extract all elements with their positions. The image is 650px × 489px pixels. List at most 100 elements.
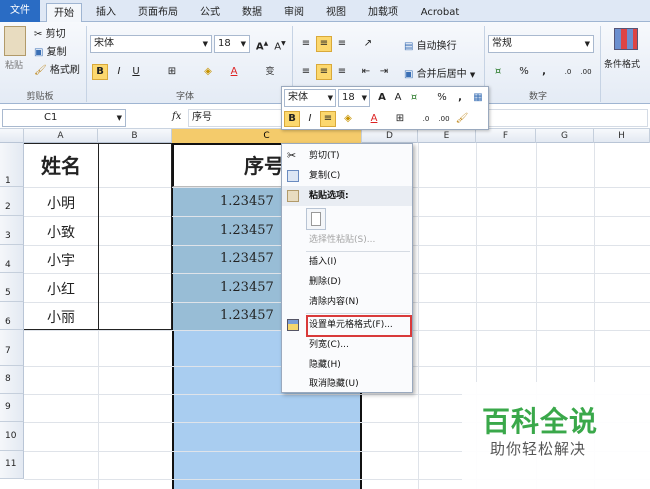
- format-painter-button[interactable]: 🖌 格式刷: [34, 61, 80, 76]
- tab-view[interactable]: 视图: [318, 3, 354, 22]
- border-icon[interactable]: ⊞: [164, 64, 180, 80]
- mini-center-button[interactable]: ≡: [320, 111, 336, 127]
- name-box[interactable]: C1 ▼: [2, 109, 126, 127]
- cut-button[interactable]: ✂ 剪切: [34, 25, 66, 40]
- row-header-4[interactable]: 4: [0, 245, 24, 273]
- mini-bold-button[interactable]: B: [284, 111, 300, 127]
- number-format-select[interactable]: 常规 ▼: [488, 35, 594, 53]
- menu-item-cut[interactable]: ✂ 剪切(T): [282, 146, 412, 166]
- row-header-2[interactable]: 2: [0, 187, 24, 216]
- row-header-3[interactable]: 3: [0, 216, 24, 245]
- row-header-11[interactable]: 11: [0, 451, 24, 479]
- column-header-h[interactable]: H: [594, 129, 650, 143]
- column-header-e[interactable]: E: [418, 129, 476, 143]
- grow-font-icon[interactable]: A▲: [254, 36, 270, 52]
- cell-c2[interactable]: 1.23457: [220, 194, 280, 209]
- grow-font-icon[interactable]: A: [374, 90, 390, 106]
- mini-comma-button[interactable]: ,: [452, 90, 468, 106]
- font-color-icon[interactable]: A: [226, 64, 242, 80]
- menu-item-unhide[interactable]: 取消隐藏(U): [282, 374, 412, 394]
- orientation-icon[interactable]: ↗: [360, 36, 376, 52]
- menu-item-clear-contents[interactable]: 清除内容(N): [282, 292, 412, 312]
- menu-item-hide[interactable]: 隐藏(H): [282, 355, 412, 375]
- underline-button[interactable]: U: [128, 64, 144, 80]
- increase-indent-icon[interactable]: ⇥: [376, 64, 392, 80]
- border-icon[interactable]: ⊞: [392, 111, 408, 127]
- wrap-text-button[interactable]: ▤ 自动换行: [404, 37, 457, 52]
- cell-c4[interactable]: 1.23457: [220, 251, 280, 266]
- italic-button[interactable]: I: [111, 64, 127, 80]
- cell-a1[interactable]: 姓名: [24, 150, 98, 179]
- currency-icon[interactable]: ¤: [406, 90, 422, 106]
- currency-icon[interactable]: ¤: [490, 64, 506, 80]
- cell-c1[interactable]: 序号: [244, 150, 284, 179]
- cell-c5[interactable]: 1.23457: [220, 280, 280, 295]
- cell-a3[interactable]: 小致: [24, 222, 98, 242]
- font-name-select[interactable]: 宋体 ▼: [90, 35, 212, 53]
- menu-item-delete[interactable]: 删除(D): [282, 272, 412, 292]
- column-header-b[interactable]: B: [98, 129, 172, 143]
- tab-addins[interactable]: 加载项: [360, 3, 406, 22]
- shrink-font-icon[interactable]: A: [390, 90, 406, 106]
- column-header-c[interactable]: C: [172, 129, 362, 143]
- copy-button[interactable]: ▣ 复制: [34, 43, 67, 58]
- fill-color-icon[interactable]: ◈: [340, 111, 356, 127]
- comma-button[interactable]: ,: [536, 64, 552, 80]
- conditional-format-button[interactable]: 条件格式: [604, 57, 640, 70]
- function-icon[interactable]: fx: [172, 111, 181, 122]
- tab-page-layout[interactable]: 页面布局: [130, 3, 186, 22]
- row-header-9[interactable]: 9: [0, 394, 24, 422]
- shrink-font-icon[interactable]: A▼: [272, 36, 288, 52]
- tab-home[interactable]: 开始: [46, 3, 82, 23]
- row-header-10[interactable]: 10: [0, 422, 24, 451]
- align-middle-icon[interactable]: ≡: [316, 36, 332, 52]
- font-color-icon[interactable]: A: [366, 111, 382, 127]
- align-left-icon[interactable]: ≡: [298, 64, 314, 80]
- format-table-icon[interactable]: ▦: [470, 90, 486, 106]
- row-header-1[interactable]: 1: [0, 143, 24, 187]
- align-top-icon[interactable]: ≡: [298, 36, 314, 52]
- cell-c6[interactable]: 1.23457: [220, 308, 280, 323]
- cell-a5[interactable]: 小红: [24, 279, 98, 299]
- phonetic-button[interactable]: 变: [262, 64, 278, 80]
- align-center-icon[interactable]: ≡: [316, 64, 332, 80]
- row-header-7[interactable]: 7: [0, 330, 24, 366]
- tab-data[interactable]: 数据: [234, 3, 270, 22]
- brush-icon[interactable]: 🖌: [454, 111, 470, 127]
- align-bottom-icon[interactable]: ≡: [334, 36, 350, 52]
- percent-button[interactable]: %: [516, 64, 532, 80]
- cell-a6[interactable]: 小丽: [24, 307, 98, 327]
- paste-option-icon[interactable]: [306, 208, 326, 230]
- font-size-select[interactable]: 18 ▼: [214, 35, 250, 53]
- menu-item-copy[interactable]: 复制(C): [282, 166, 412, 186]
- select-all-corner[interactable]: [0, 129, 24, 143]
- decrease-decimal-icon[interactable]: .00: [578, 64, 594, 80]
- column-header-g[interactable]: G: [536, 129, 594, 143]
- tab-formulas[interactable]: 公式: [192, 3, 228, 22]
- row-header-5[interactable]: 5: [0, 273, 24, 302]
- cell-a2[interactable]: 小明: [24, 193, 98, 213]
- mini-size-select[interactable]: 18 ▼: [338, 89, 370, 107]
- cell-c3[interactable]: 1.23457: [220, 223, 280, 238]
- tab-acrobat[interactable]: Acrobat: [412, 3, 468, 22]
- increase-decimal-icon[interactable]: .0: [418, 111, 434, 127]
- mini-font-select[interactable]: 宋体 ▼: [284, 89, 336, 107]
- bold-button[interactable]: B: [92, 64, 108, 80]
- align-right-icon[interactable]: ≡: [334, 64, 350, 80]
- paste-icon[interactable]: [4, 26, 26, 56]
- row-header-8[interactable]: 8: [0, 366, 24, 394]
- increase-decimal-icon[interactable]: .0: [560, 64, 576, 80]
- cell-a4[interactable]: 小宇: [24, 250, 98, 270]
- column-header-f[interactable]: F: [476, 129, 536, 143]
- mini-percent-button[interactable]: %: [434, 90, 450, 106]
- tab-review[interactable]: 审阅: [276, 3, 312, 22]
- column-header-a[interactable]: A: [24, 129, 98, 143]
- tab-file[interactable]: 文件: [0, 0, 40, 22]
- conditional-format-icon[interactable]: [614, 28, 638, 50]
- tab-insert[interactable]: 插入: [88, 3, 124, 22]
- row-header-6[interactable]: 6: [0, 302, 24, 330]
- merge-center-button[interactable]: ▣ 合并后居中 ▼: [404, 65, 475, 80]
- column-header-d[interactable]: D: [362, 129, 418, 143]
- decrease-indent-icon[interactable]: ⇤: [358, 64, 374, 80]
- decrease-decimal-icon[interactable]: .00: [436, 111, 452, 127]
